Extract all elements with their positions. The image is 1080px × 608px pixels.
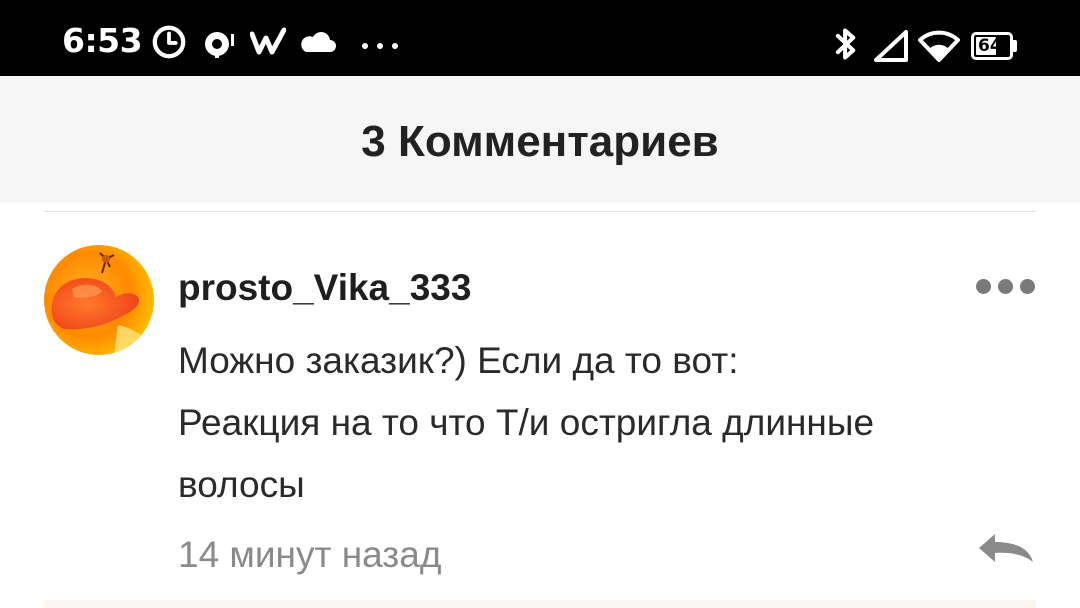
battery-tip — [1013, 40, 1017, 52]
status-bar: 6:53 64 — [0, 0, 1080, 76]
alarm-clock-icon — [152, 25, 186, 59]
w-app-icon — [250, 27, 286, 55]
divider — [44, 211, 1036, 212]
comment-timestamp: 14 минут назад — [178, 534, 442, 575]
battery-icon: 64 — [971, 32, 1013, 60]
comments-screen: 6:53 64 3 Комментариев prosto_Vika_333 М… — [0, 0, 1080, 608]
cloud-icon — [301, 32, 336, 52]
cellular-signal-icon — [874, 30, 908, 62]
status-time: 6:53 — [62, 21, 143, 60]
reply-arrow-icon[interactable] — [975, 528, 1037, 568]
more-dots-icon[interactable] — [974, 276, 1038, 298]
avatar[interactable] — [44, 245, 154, 355]
next-item-edge — [44, 600, 1036, 608]
avatar-orange-hand-image — [44, 245, 154, 355]
comments-header: 3 Комментариев — [0, 76, 1080, 200]
wifi-icon — [918, 30, 960, 62]
page-title: 3 Комментариев — [361, 117, 719, 166]
screen-record-icon — [205, 32, 234, 58]
comment-username[interactable]: prosto_Vika_333 — [178, 266, 471, 310]
bluetooth-icon — [835, 28, 856, 60]
comment-text: Можно заказик?) Если да то вот: Реакция … — [178, 340, 875, 505]
battery-level: 64 — [978, 36, 1002, 56]
